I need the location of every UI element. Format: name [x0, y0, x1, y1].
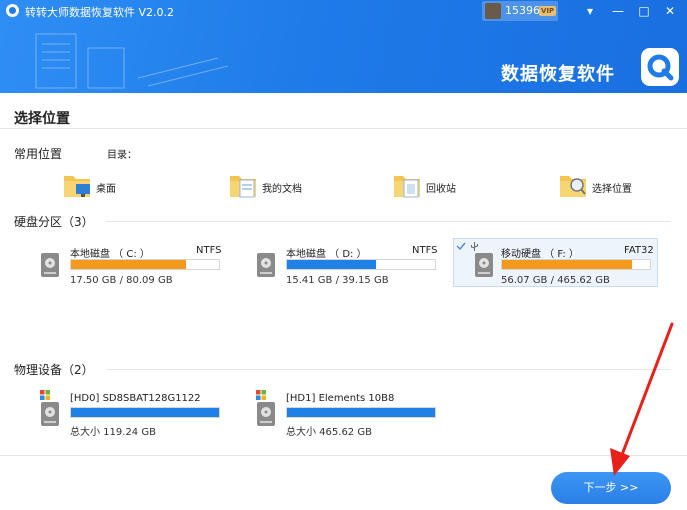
drive-usage-bar — [286, 259, 436, 270]
location-desktop[interactable]: 桌面 — [62, 168, 142, 204]
drive-size: 17.50 GB / 80.09 GB — [70, 275, 173, 286]
hard-drive-icon — [41, 253, 59, 277]
location-documents[interactable]: 我的文档 — [228, 168, 318, 204]
hard-drive-icon — [257, 402, 275, 426]
windows-icon — [40, 390, 50, 400]
app-logo-icon — [6, 4, 19, 17]
drive-name: 本地磁盘 （ D: ） — [286, 249, 367, 260]
location-choose[interactable]: 选择位置 — [558, 168, 648, 204]
disk-partitions-label: 硬盘分区（3） — [14, 215, 94, 229]
location-recycle-bin[interactable]: 回收站 — [392, 168, 472, 204]
device-usage-bar — [286, 407, 436, 418]
drive-filesystem: NTFS — [412, 245, 438, 256]
drive-filesystem: NTFS — [196, 245, 222, 256]
device-hd1[interactable]: [HD1] Elements 10B8 总大小 465.62 GB — [252, 388, 442, 438]
drive-usage-fill — [287, 260, 376, 269]
documents-folder-icon — [230, 176, 256, 198]
drive-usage-bar — [501, 259, 651, 270]
vip-badge: VIP — [539, 6, 557, 16]
drive-name: 移动硬盘 （ F: ） — [501, 249, 579, 260]
windows-icon — [256, 390, 266, 400]
location-label: 桌面 — [96, 184, 116, 195]
close-button[interactable]: ✕ — [660, 1, 680, 21]
brand-title: 数据恢复软件 — [501, 64, 615, 85]
page-title: 选择位置 — [14, 111, 70, 127]
recycle-bin-folder-icon — [394, 176, 420, 198]
choose-location-folder-icon — [560, 176, 586, 197]
physical-devices-label: 物理设备（2） — [14, 363, 94, 377]
device-name: [HD0] SD8SBAT128G1122 — [70, 393, 201, 404]
maximize-button[interactable]: □ — [634, 1, 654, 21]
location-label: 我的文档 — [262, 184, 302, 195]
location-label: 回收站 — [426, 184, 456, 195]
common-locations-label: 常用位置 — [14, 147, 63, 161]
footer-divider — [0, 455, 687, 456]
drive-usage-fill — [71, 260, 187, 269]
location-label: 选择位置 — [592, 184, 632, 195]
drive-usage-bar — [70, 259, 220, 270]
app-title: 转转大师数据恢复软件 V2.0.2 — [25, 6, 175, 19]
hard-drive-icon — [257, 253, 275, 277]
red-arrow-annotation — [610, 322, 674, 476]
drive-c[interactable]: 本地磁盘 （ C: ） NTFS 17.50 GB / 80.09 GB — [36, 240, 226, 288]
section-divider — [106, 221, 671, 222]
hard-drive-icon — [41, 402, 59, 426]
minimize-button[interactable]: — — [608, 1, 628, 21]
hard-drive-icon — [475, 253, 493, 277]
directory-label: 目录： — [107, 150, 137, 161]
checkmark-icon — [456, 242, 466, 251]
user-avatar — [485, 3, 501, 19]
app-header: 转转大师数据恢复软件 V2.0.2 15396... VIP ▾ — □ ✕ 数… — [0, 0, 687, 93]
title-bar: 转转大师数据恢复软件 V2.0.2 15396... VIP ▾ — □ ✕ — [0, 0, 687, 22]
menu-dropdown-icon[interactable]: ▾ — [580, 1, 600, 21]
drive-f[interactable]: 移动硬盘 （ F: ） FAT32 56.07 GB / 465.62 GB — [453, 238, 658, 287]
drive-d[interactable]: 本地磁盘 （ D: ） NTFS 15.41 GB / 39.15 GB — [252, 240, 442, 288]
user-account[interactable]: 15396... VIP — [482, 1, 558, 21]
section-divider — [106, 369, 671, 370]
brand-logo-icon — [641, 48, 679, 86]
drive-size: 56.07 GB / 465.62 GB — [501, 275, 610, 286]
device-usage-bar — [70, 407, 220, 418]
drive-name: 本地磁盘 （ C: ） — [70, 249, 150, 260]
device-size: 总大小 119.24 GB — [70, 427, 156, 438]
usb-icon — [471, 242, 478, 251]
device-usage-fill — [287, 408, 435, 417]
drive-usage-fill — [502, 260, 633, 269]
drive-size: 15.41 GB / 39.15 GB — [286, 275, 389, 286]
title-divider — [0, 128, 687, 129]
device-name: [HD1] Elements 10B8 — [286, 393, 395, 404]
device-usage-fill — [71, 408, 219, 417]
drive-filesystem: FAT32 — [624, 245, 654, 256]
desktop-folder-icon — [64, 176, 90, 197]
device-size: 总大小 465.62 GB — [286, 427, 372, 438]
device-hd0[interactable]: [HD0] SD8SBAT128G1122 总大小 119.24 GB — [36, 388, 226, 438]
header-decoration — [35, 33, 228, 89]
